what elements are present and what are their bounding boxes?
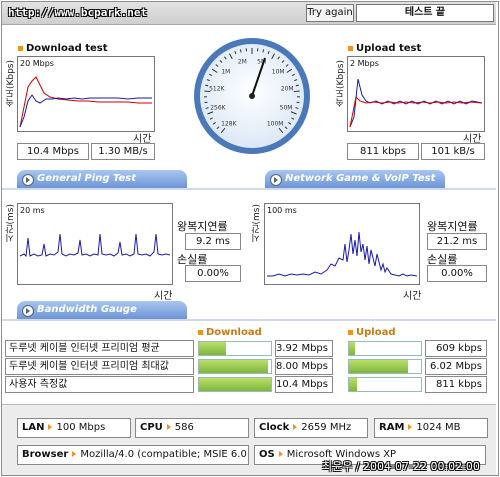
ping-xaxis-label: 시간	[154, 291, 173, 302]
download-value: 3.92 Mbps	[275, 340, 333, 357]
ping-yaxis-label: 시간(ms)	[6, 204, 16, 243]
gauge-label: 256K	[210, 105, 226, 112]
upload-value: 811 kbps	[425, 376, 487, 393]
gauge-tick	[262, 49, 265, 53]
gauge-label: 1M	[221, 68, 230, 75]
gauge-label: 50M	[280, 105, 293, 112]
upload-title: Upload test	[348, 43, 421, 54]
game-rtt-value: 21.2 ms	[427, 233, 487, 250]
arrow-icon	[166, 423, 171, 430]
bandwidth-download-header: Download	[198, 327, 262, 338]
tab-general-ping[interactable]: General Ping Test	[17, 170, 187, 188]
upload-bar	[348, 341, 422, 356]
bullet-icon	[198, 329, 203, 335]
cpu-info: CPU 586	[135, 418, 249, 438]
ping-series	[19, 233, 171, 258]
divider	[2, 188, 496, 190]
try-again-button[interactable]: Try again	[306, 4, 354, 22]
bandwidth-row-label: 두루넷 케이블 인터넷 프리미엄 평균	[5, 340, 194, 357]
download-value: 8.00 Mbps	[275, 358, 333, 375]
play-icon	[22, 305, 34, 317]
game-series	[267, 231, 418, 277]
ram-info: RAM 1024 MB	[374, 418, 488, 438]
download-series-blue	[19, 94, 152, 128]
arrow-icon	[48, 423, 53, 430]
play-icon	[22, 174, 34, 186]
play-icon	[270, 174, 282, 186]
game-rtt-label: 왕복지연률	[427, 220, 478, 233]
upload-speed-kbs: 101 kB/s	[421, 143, 485, 160]
clock-info: Clock 2659 MHz	[254, 418, 368, 438]
bandwidth-upload-header: Upload	[348, 327, 395, 338]
upload-speed-kbps: 811 kbps	[347, 143, 419, 160]
arrow-icon	[278, 450, 283, 457]
bandwidth-row-label: 사용자 측정값	[5, 376, 194, 393]
game-xaxis-label: 시간	[403, 291, 422, 302]
bullet-icon	[18, 45, 23, 51]
gauge-label: 20M	[281, 85, 294, 92]
upload-yaxis-label: 속도(Kbps)	[336, 60, 346, 108]
arrow-icon	[408, 423, 413, 430]
tab-bandwidth-gauge[interactable]: Bandwidth Gauge	[17, 301, 187, 319]
signature-timestamp: 최윤우 / 2004-07-22 00:02:00	[322, 460, 480, 473]
ping-loss-value: 0.00%	[185, 265, 241, 282]
upload-bar	[348, 359, 422, 374]
arrow-icon	[293, 423, 298, 430]
game-yaxis-label: 시간(ms)	[252, 204, 262, 243]
download-bar	[198, 359, 272, 374]
ping-rtt-label: 왕복지연률	[177, 220, 228, 233]
download-bar-fill	[199, 342, 227, 355]
gauge-tick	[295, 84, 299, 87]
gauge-label: 512K	[209, 85, 225, 92]
gauge-hub	[249, 93, 255, 99]
gauge-tick	[293, 90, 300, 93]
download-bar-fill	[199, 378, 271, 391]
gauge-tick	[205, 84, 209, 87]
bullet-icon	[348, 329, 353, 335]
upload-bar-fill	[349, 378, 357, 391]
download-value: 10.4 Mbps	[275, 376, 333, 393]
gauge-label: 128K	[221, 121, 237, 128]
gauge-tick	[239, 49, 242, 53]
game-graph: 100 ms	[264, 203, 420, 285]
site-url[interactable]: http://www.bcpark.net	[8, 6, 147, 19]
game-loss-value: 0.00%	[427, 265, 487, 282]
gauge-label: 100M	[267, 121, 284, 128]
upload-series-red	[349, 95, 483, 128]
download-bar	[198, 341, 272, 356]
download-bar-fill	[199, 360, 269, 373]
speed-gauge: 128K 256K 512K 1M 2M 5M 10M 20M 50M 100M	[185, 34, 319, 158]
gauge-label: 2M	[238, 58, 247, 65]
tab-network-game[interactable]: Network Game & VoIP Test	[265, 170, 445, 188]
download-graph: 20 Mbps	[17, 56, 155, 132]
download-series-red	[19, 76, 152, 128]
upload-bar-fill	[349, 360, 409, 373]
bullet-icon	[348, 45, 353, 51]
divider	[2, 319, 496, 321]
download-speed-mbs: 1.30 MB/s	[91, 143, 155, 160]
upload-bar-fill	[349, 342, 355, 355]
upload-value: 6.02 Mbps	[425, 358, 487, 375]
gauge-label: 10M	[272, 68, 285, 75]
bandwidth-row-label: 두루넷 케이블 인터넷 프리미엄 최대값	[5, 358, 194, 375]
download-speed-mbps: 10.4 Mbps	[17, 143, 89, 160]
ping-rtt-value: 9.2 ms	[185, 233, 241, 250]
lan-info: LAN 100 Mbps	[17, 418, 131, 438]
end-test-button[interactable]: 테스트 끝	[356, 4, 494, 22]
upload-graph: 2 Mbps	[347, 56, 485, 132]
browser-info: Browser Mozilla/4.0 (compatible; MSIE 6.0	[17, 445, 249, 465]
download-yaxis-label: 속도(Kbps)	[6, 60, 16, 108]
upload-bar	[348, 377, 422, 392]
arrow-icon	[72, 450, 77, 457]
download-title: Download test	[18, 43, 108, 54]
download-bar	[198, 377, 272, 392]
ping-graph: 20 ms	[17, 203, 173, 285]
upload-value: 609 kbps	[425, 340, 487, 357]
